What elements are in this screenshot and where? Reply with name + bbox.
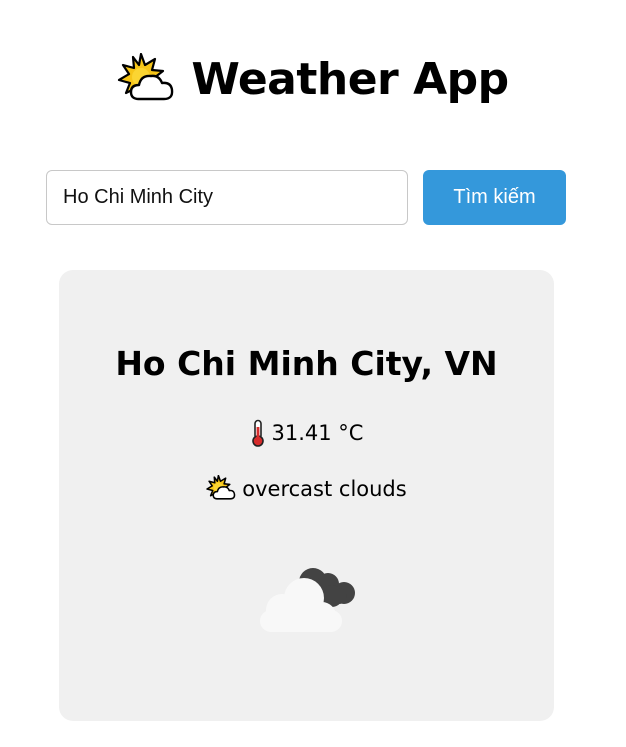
description-row: overcast clouds: [59, 474, 554, 504]
search-button[interactable]: Tìm kiếm: [423, 170, 566, 225]
app-title: Weather App: [191, 54, 509, 105]
temperature-row: 31.41 °C: [59, 418, 554, 448]
sun-behind-cloud-icon: [117, 52, 175, 107]
sun-behind-cloud-icon: [206, 474, 236, 503]
overcast-clouds-icon: [252, 560, 362, 640]
page-title: Weather App: [0, 50, 626, 110]
city-search-input[interactable]: [46, 170, 408, 225]
temperature-value: 31.41 °C: [271, 421, 364, 445]
weather-description: overcast clouds: [242, 477, 407, 501]
weather-app: Weather App Tìm kiếm Ho Chi Minh City, V…: [0, 0, 626, 747]
weather-card: Ho Chi Minh City, VN 31.41 °C overcast c…: [59, 270, 554, 721]
location-name: Ho Chi Minh City, VN: [115, 344, 498, 383]
thermometer-icon: [250, 419, 266, 447]
